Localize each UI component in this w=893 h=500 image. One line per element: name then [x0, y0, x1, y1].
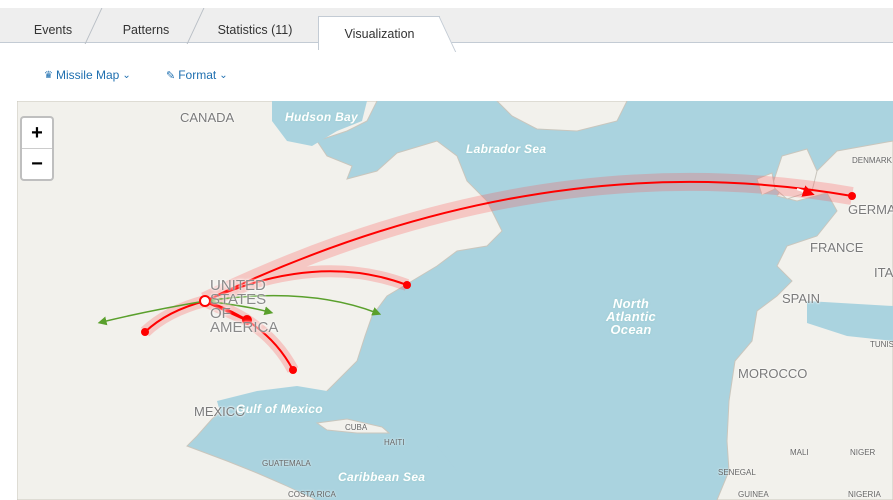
zoom-control: + −: [20, 116, 54, 181]
tab-statistics-label: Statistics (11): [217, 22, 293, 37]
land-greenland: [496, 101, 628, 132]
label-cuba: CUBA: [345, 423, 368, 432]
origin-point: [199, 295, 211, 307]
tab-patterns-label: Patterns: [122, 22, 170, 37]
label-tunisia: TUNISIA: [870, 340, 893, 349]
label-gulf-of-mexico: Gulf of Mexico: [236, 402, 323, 416]
label-italy: ITALY: [874, 265, 893, 280]
label-hudson-bay: Hudson Bay: [285, 110, 359, 124]
missile-map[interactable]: [17, 101, 893, 500]
viz-type-label: Missile Map: [55, 68, 120, 82]
label-germany: GERMANY: [848, 202, 893, 217]
label-denmark: DENMARK: [852, 156, 893, 165]
format-dropdown[interactable]: ✎ Format ⌄: [166, 68, 228, 82]
visualization-toolbar: ♛ Missile Map ⌄ ✎ Format ⌄: [0, 62, 893, 92]
endpoint-new-york: [403, 281, 411, 289]
top-strip: [0, 0, 893, 8]
label-labrador-sea: Labrador Sea: [466, 142, 547, 156]
label-morocco: MOROCCO: [738, 366, 808, 381]
label-guinea: GUINEA: [738, 490, 769, 499]
label-north-atlantic: North Atlantic Ocean: [605, 296, 657, 337]
label-haiti: HAITI: [384, 438, 405, 447]
format-label: Format: [178, 68, 217, 82]
label-costa-rica: COSTA RICA: [288, 490, 336, 499]
endpoint-houston: [289, 366, 297, 374]
tab-events[interactable]: Events: [18, 18, 88, 41]
label-canada: CANADA: [180, 110, 235, 125]
endpoint-germany: [848, 192, 856, 200]
pencil-icon: ✎: [166, 69, 176, 82]
label-spain: SPAIN: [782, 291, 821, 306]
label-united-states: UNITED STATES OF AMERICA: [210, 277, 279, 336]
tab-visualization-label: Visualization: [344, 26, 415, 41]
label-nigeria: NIGERIA: [848, 490, 881, 499]
tab-bar: Events Patterns Statistics (11) Visualiz…: [0, 8, 893, 50]
chevron-down-icon: ⌄: [219, 69, 228, 81]
map-canvas: [17, 101, 893, 500]
label-caribbean: Caribbean Sea: [338, 470, 426, 484]
tab-statistics[interactable]: Statistics (11): [196, 18, 314, 41]
zoom-out-button[interactable]: −: [22, 148, 52, 179]
tab-patterns[interactable]: Patterns: [102, 18, 190, 41]
label-guatemala: GUATEMALA: [262, 459, 311, 468]
label-niger: NIGER: [850, 448, 876, 457]
endpoint-phoenix: [141, 328, 149, 336]
label-france: FRANCE: [810, 240, 864, 255]
tab-events-label: Events: [33, 22, 73, 37]
viz-type-dropdown[interactable]: ♛ Missile Map ⌄: [44, 68, 131, 82]
tab-visualization[interactable]: Visualization: [318, 16, 440, 50]
map-marker-icon: ♛: [44, 69, 53, 81]
chevron-down-icon: ⌄: [122, 69, 131, 81]
label-mali: MALI: [790, 448, 809, 457]
label-senegal: SENEGAL: [718, 468, 756, 477]
zoom-in-button[interactable]: +: [22, 118, 52, 148]
